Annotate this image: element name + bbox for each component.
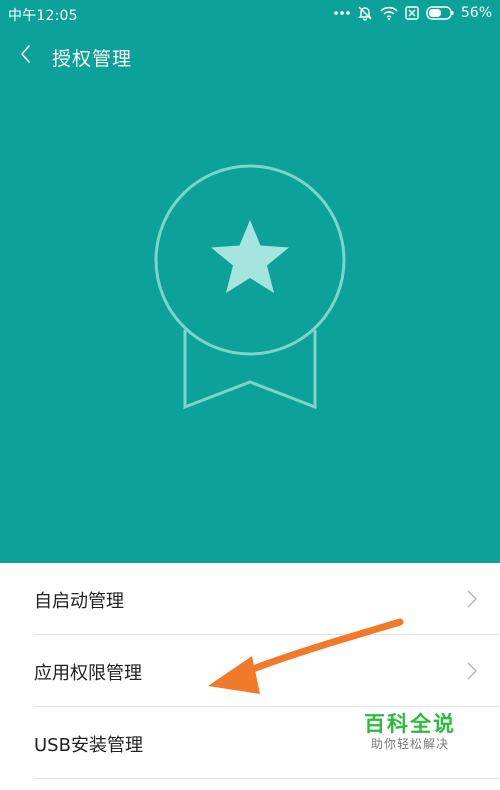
wifi-icon [380,6,398,20]
menu-item-label: 自启动管理 [34,591,124,612]
hero-banner: 中午12:05 56% 授权管理 [0,0,500,563]
back-chevron-icon[interactable] [14,42,38,66]
more-dots-icon [334,10,350,16]
bell-muted-icon [357,5,373,21]
battery-percent: 56% [460,5,492,21]
chevron-right-icon [466,589,478,609]
status-icons: 56% [334,4,492,22]
menu-item-autostart[interactable]: 自启动管理 [34,563,500,635]
menu-item-label: USB安装管理 [34,735,143,756]
watermark: 百科全说 助你轻松解决 [355,712,465,762]
sim-blocked-icon [405,6,419,20]
battery-icon [426,6,454,20]
menu-item-app-permissions[interactable]: 应用权限管理 [34,635,500,707]
divider [34,778,500,779]
ribbon-star-badge-icon [150,160,350,415]
status-bar: 中午12:05 56% [0,0,500,28]
status-time: 中午12:05 [8,8,78,24]
chevron-right-icon [466,661,478,681]
title-bar: 授权管理 [0,36,500,76]
watermark-subtitle: 助你轻松解决 [370,737,449,751]
page-title: 授权管理 [52,48,133,70]
watermark-title: 百科全说 [364,712,456,736]
menu-item-label: 应用权限管理 [34,663,142,684]
